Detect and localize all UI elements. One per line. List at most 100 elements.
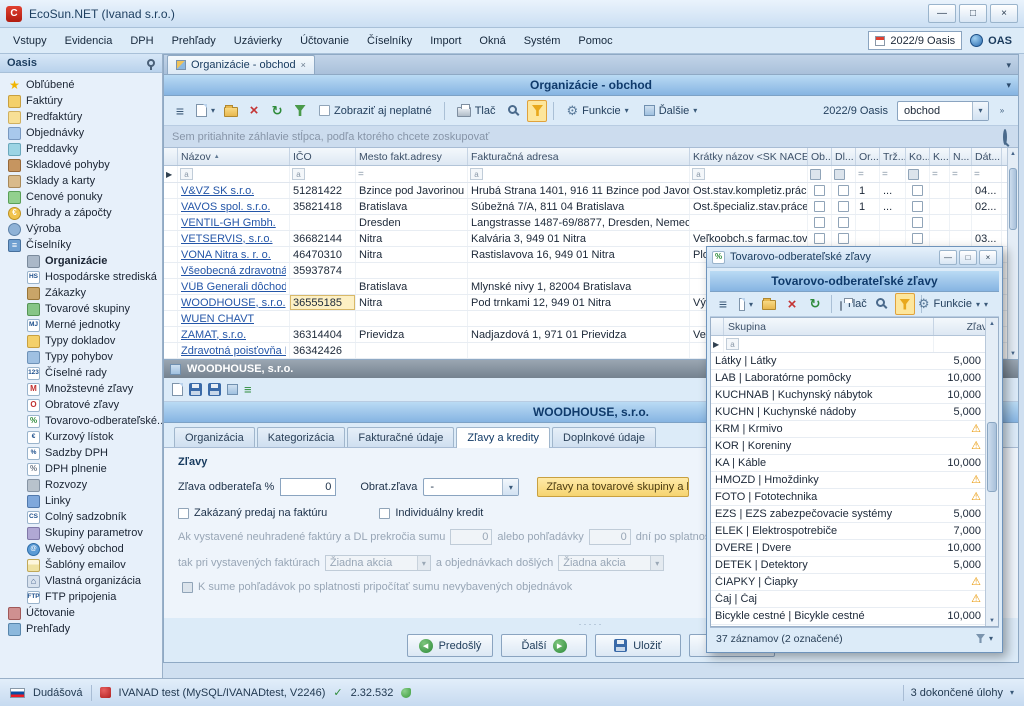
column-header[interactable]: Mesto fakt.adresy bbox=[356, 148, 468, 165]
checkbox[interactable] bbox=[912, 185, 923, 196]
add-orders-checkbox[interactable]: K sume pohľadávok po splatnosti pripočít… bbox=[182, 581, 572, 593]
turnover-combo[interactable]: -▾ bbox=[423, 478, 519, 496]
sidebar-item[interactable]: HS Hospodárske strediská bbox=[0, 269, 162, 285]
checkbox[interactable] bbox=[814, 185, 825, 196]
filter-cell[interactable]: = bbox=[930, 166, 950, 182]
column-header[interactable]: Dát... bbox=[972, 148, 1002, 165]
sidebar-item[interactable]: Predfaktúry bbox=[0, 109, 162, 125]
delete-button[interactable] bbox=[244, 100, 264, 122]
delete-button[interactable] bbox=[782, 293, 802, 315]
detail-tab[interactable]: Zľavy a kredity bbox=[456, 427, 550, 448]
search-icon[interactable] bbox=[1003, 129, 1007, 145]
sidebar-item[interactable]: Skupiny parametrov bbox=[0, 525, 162, 541]
functions-dropdown[interactable]: Funkcie▾ bbox=[928, 293, 970, 315]
discount-row[interactable]: KRM | Krmivo ⚠ bbox=[711, 421, 985, 438]
open-button[interactable] bbox=[759, 293, 779, 315]
sidebar-item[interactable]: Zákazky bbox=[0, 285, 162, 301]
scrollbar-thumb[interactable] bbox=[1009, 168, 1017, 230]
funnel-icon[interactable] bbox=[976, 634, 985, 643]
grid-vertical-scrollbar[interactable]: ▲ ▼ bbox=[1007, 148, 1018, 359]
period-selector[interactable]: 2022/9 Oasis bbox=[868, 31, 962, 50]
filter-type-icon[interactable]: a bbox=[180, 168, 193, 180]
sidebar-item[interactable]: ⌂ Vlastná organizácia bbox=[0, 573, 162, 589]
filter-cell[interactable]: a bbox=[290, 166, 356, 182]
toolbar-overflow-chevron[interactable]: » bbox=[992, 100, 1012, 122]
sidebar-item[interactable]: O Obratové zľavy bbox=[0, 397, 162, 413]
hierarchy-icon[interactable] bbox=[227, 384, 238, 395]
discount-row[interactable]: DVERE | Dvere 10,000⚠ bbox=[711, 540, 985, 557]
column-header[interactable]: Dl... bbox=[832, 148, 856, 165]
filter-edit-button[interactable] bbox=[290, 100, 310, 122]
view-combo[interactable]: obchod▾ bbox=[897, 101, 989, 121]
sidebar-item[interactable]: Organizácie bbox=[0, 253, 162, 269]
discount-row[interactable]: HMOZD | Hmoždinky ⚠ bbox=[711, 472, 985, 489]
group-by-panel[interactable]: Sem pritiahnite záhlavie stĺpca, podľa k… bbox=[164, 126, 1018, 148]
column-header[interactable]: IČO bbox=[290, 148, 356, 165]
org-name-link[interactable]: VETSERVIS, s.r.o. bbox=[181, 233, 273, 245]
org-name-link[interactable]: WOODHOUSE, s.r.o. bbox=[181, 297, 286, 309]
save-button[interactable]: Uložiť bbox=[595, 634, 681, 657]
discount-row[interactable]: KOR | Koreniny ⚠ bbox=[711, 438, 985, 455]
sidebar-item[interactable]: Prehľady bbox=[0, 621, 162, 637]
individual-credit-checkbox[interactable]: Individuálny kredit bbox=[379, 507, 483, 519]
minimize-button[interactable]: — bbox=[928, 4, 956, 23]
new-document-icon[interactable] bbox=[172, 383, 183, 396]
sidebar-item[interactable]: Výroba bbox=[0, 221, 162, 237]
filter-cell[interactable]: a bbox=[468, 166, 690, 182]
filter-cell[interactable] bbox=[832, 166, 856, 182]
filter-cell[interactable]: a bbox=[690, 166, 808, 182]
toolbar-menu-button[interactable] bbox=[170, 100, 190, 122]
checkbox[interactable] bbox=[814, 233, 825, 244]
column-header[interactable]: Fakturačná adresa bbox=[468, 148, 690, 165]
discount-row[interactable]: Látky | Látky 5,000⚠ bbox=[711, 353, 985, 370]
finished-tasks[interactable]: 3 dokončené úlohy bbox=[911, 687, 1003, 699]
discount-row[interactable]: FOTO | Fototechnika ⚠ bbox=[711, 489, 985, 506]
column-header[interactable]: Krátky názov <SK NACE bbox=[690, 148, 808, 165]
discount-row[interactable]: ČIAPKY | Čiapky ⚠ bbox=[711, 574, 985, 591]
tab-list-dropdown-icon[interactable]: ▾ bbox=[1006, 60, 1018, 74]
tab-organizacie-obchod[interactable]: Organizácie - obchod × bbox=[167, 55, 315, 74]
menu-item[interactable]: Účtovanie bbox=[291, 31, 358, 51]
menu-item[interactable]: Číselníky bbox=[358, 31, 421, 51]
filter-cell[interactable] bbox=[906, 166, 930, 182]
checkbox[interactable] bbox=[838, 201, 849, 212]
sidebar-item[interactable]: € Kurzový lístok bbox=[0, 429, 162, 445]
menu-item[interactable]: DPH bbox=[121, 31, 162, 51]
org-name-link[interactable]: VENTIL-GH Gmbh. bbox=[181, 217, 276, 229]
menu-item[interactable]: Prehľady bbox=[163, 31, 225, 51]
sidebar-item[interactable]: MJ Merné jednotky bbox=[0, 317, 162, 333]
forbid-invoice-checkbox[interactable]: Zakázaný predaj na faktúru bbox=[178, 507, 327, 519]
sidebar-item[interactable]: € Úhrady a zápočty bbox=[0, 205, 162, 221]
refresh-button[interactable] bbox=[805, 293, 825, 315]
sidebar-item[interactable]: Tovarové skupiny bbox=[0, 301, 162, 317]
discount-row[interactable]: Bicykle cestné | Bicykle cestné 10,000⚠ bbox=[711, 608, 985, 625]
next-button[interactable]: Ďalší▶ bbox=[501, 634, 587, 657]
sidebar-item[interactable]: CS Colný sadzobník bbox=[0, 509, 162, 525]
discount-row[interactable]: Čaj | Čaj ⚠ bbox=[711, 591, 985, 608]
column-header[interactable]: Názov bbox=[178, 148, 290, 165]
print-button[interactable]: Tlač bbox=[838, 293, 869, 315]
menu-item[interactable]: Okná bbox=[470, 31, 514, 51]
save-icon[interactable] bbox=[189, 383, 202, 396]
sidebar-item[interactable]: Sklady a karty bbox=[0, 173, 162, 189]
open-button[interactable] bbox=[221, 100, 241, 122]
filter-cell[interactable]: = bbox=[856, 166, 880, 182]
sidebar-item[interactable]: Typy pohybov bbox=[0, 349, 162, 365]
previous-button[interactable]: ◀Predošlý bbox=[407, 634, 493, 657]
checkbox[interactable] bbox=[814, 201, 825, 212]
discount-row[interactable]: LAB | Laboratórne pomôcky 10,000⚠ bbox=[711, 370, 985, 387]
filter-cell[interactable]: = bbox=[880, 166, 906, 182]
org-table-row[interactable]: VENTIL-GH Gmbh. Dresden Langstrasse 1487… bbox=[164, 215, 1007, 231]
toolbar-period-label[interactable]: 2022/9 Oasis bbox=[817, 100, 894, 122]
column-header[interactable]: Or... bbox=[856, 148, 880, 165]
tasks-dropdown-icon[interactable]: ▾ bbox=[1010, 688, 1014, 697]
checkbox[interactable] bbox=[912, 201, 923, 212]
filter-cell[interactable]: = bbox=[972, 166, 1002, 182]
menu-item[interactable]: Systém bbox=[515, 31, 570, 51]
sidebar-item[interactable]: Šablóny emailov bbox=[0, 557, 162, 573]
discount-row[interactable]: KA | Káble 10,000⚠ bbox=[711, 455, 985, 472]
column-header[interactable]: K... bbox=[930, 148, 950, 165]
discount-row[interactable]: DETEK | Detektory 5,000⚠ bbox=[711, 557, 985, 574]
panel-menu-dropdown-icon[interactable]: ▾ bbox=[1006, 80, 1011, 91]
menu-item[interactable]: Vstupy bbox=[4, 31, 56, 51]
